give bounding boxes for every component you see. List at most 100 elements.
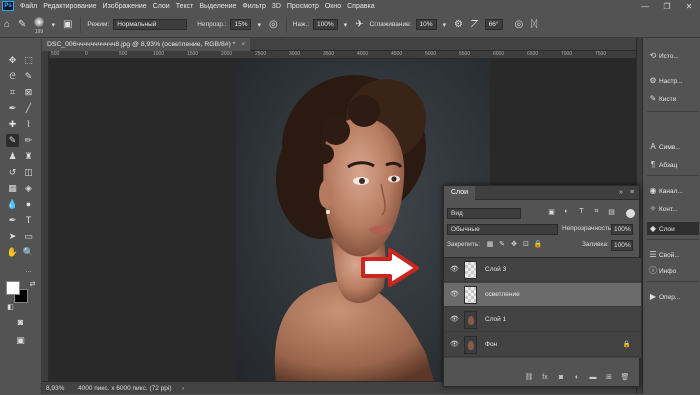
brush-settings-icon[interactable]: ▣ <box>63 19 72 30</box>
default-colors-icon[interactable]: ◧ <box>4 301 17 314</box>
crop-tool-icon[interactable]: ⌗ <box>6 86 19 99</box>
menu-type[interactable]: Текст <box>173 3 197 10</box>
type-filter-icon[interactable]: T <box>574 208 589 216</box>
dock-layers[interactable]: ◆ Слои <box>647 222 699 235</box>
patch-tool-icon[interactable]: ⌇ <box>22 118 35 131</box>
paint-bucket-icon[interactable]: ◈ <box>22 182 35 195</box>
type-tool-icon[interactable]: T <box>22 214 35 227</box>
new-group-icon[interactable]: ▬ <box>585 374 601 381</box>
brush-tool-icon[interactable]: ✎ <box>6 134 19 147</box>
eye-icon[interactable]: 👁 <box>450 340 459 348</box>
lock-all-icon[interactable]: 🔒 <box>532 240 544 248</box>
menu-3d[interactable]: 3D <box>269 3 284 10</box>
menu-edit[interactable]: Редактирование <box>40 3 99 10</box>
pen-tool-icon[interactable]: ✒ <box>6 214 19 227</box>
lock-transparency-icon[interactable]: ▦ <box>484 240 496 248</box>
marquee-tool-icon[interactable]: ⬚ <box>22 54 35 67</box>
smart-object-filter-icon[interactable]: ▤ <box>604 208 619 216</box>
blend-mode-select[interactable]: Обычные <box>447 224 558 235</box>
zoom-level[interactable]: 8,93% <box>46 382 64 395</box>
zoom-tool-icon[interactable]: 🔍 <box>22 246 35 259</box>
adjustment-filter-icon[interactable]: ◐ <box>559 208 574 216</box>
swap-colors-icon[interactable]: ⇄ <box>26 278 39 291</box>
dock-paragraph[interactable]: ¶ Абзац <box>647 158 699 171</box>
angle-icon[interactable]: ⦢ <box>471 19 479 30</box>
layer-row[interactable]: 👁 Фон 🔒 <box>444 333 641 357</box>
menu-image[interactable]: Изображение <box>100 3 150 10</box>
mode-select[interactable]: Нормальный <box>113 19 188 30</box>
eye-icon[interactable]: 👁 <box>450 290 459 298</box>
opacity-field[interactable]: 15% <box>230 19 252 30</box>
dock-info[interactable]: ⓘ Инфо <box>647 264 699 277</box>
pressure-field[interactable]: 100% <box>313 19 338 30</box>
home-icon[interactable]: ⌂ <box>4 19 10 30</box>
more-tools-icon[interactable]: … <box>22 264 35 277</box>
chevron-down-icon[interactable]: ▾ <box>51 21 55 29</box>
brush-preset-picker[interactable]: 199 <box>32 16 45 35</box>
dock-character[interactable]: A Симв... <box>647 140 699 153</box>
lock-artboard-icon[interactable]: ⊡ <box>520 240 532 248</box>
menu-help[interactable]: Справка <box>344 3 377 10</box>
gear-icon[interactable]: ⚙ <box>454 19 463 30</box>
move-tool-icon[interactable]: ✥ <box>6 54 19 67</box>
menu-layers[interactable]: Слои <box>150 3 173 10</box>
path-select-icon[interactable]: ➤ <box>6 230 19 243</box>
dock-channels[interactable]: ◉ Канал... <box>647 184 699 197</box>
pressure-size-icon[interactable]: ◎ <box>515 19 524 30</box>
dock-history[interactable]: ⟲ Исто... <box>647 49 699 62</box>
screen-mode-icon[interactable]: ▣ <box>14 334 27 347</box>
dock-properties[interactable]: ☰ Свой... <box>647 248 699 261</box>
pencil-tool-icon[interactable]: ✏ <box>22 134 35 147</box>
status-menu-arrow[interactable]: › <box>182 382 184 395</box>
layer-row[interactable]: 👁 Слой 3 <box>444 258 641 282</box>
rectangle-tool-icon[interactable]: ▭ <box>22 230 35 243</box>
filter-toggle-switch[interactable] <box>626 209 635 218</box>
eraser-tool-icon[interactable]: ◫ <box>22 166 35 179</box>
smoothing-field[interactable]: 10% <box>415 19 437 30</box>
layers-tab[interactable]: Слои <box>444 186 476 200</box>
restore-button[interactable]: ❐ <box>656 2 678 11</box>
panel-menu-button[interactable]: ≡ <box>630 186 634 200</box>
chevron-down-icon[interactable]: ▾ <box>257 21 261 29</box>
symmetry-icon[interactable]: ᛞ <box>531 19 537 30</box>
chevron-down-icon[interactable]: ▾ <box>443 21 447 29</box>
airbrush-icon[interactable]: ✈ <box>355 19 363 30</box>
document-tab[interactable]: DSC_006ччччччччччч8.jpg @ 8,93% (осветле… <box>42 38 251 51</box>
menu-window[interactable]: Окно <box>322 3 344 10</box>
minimize-button[interactable]: — <box>634 2 656 11</box>
eye-icon[interactable]: 👁 <box>450 265 459 273</box>
shape-filter-icon[interactable]: ⌗ <box>589 208 604 216</box>
trash-icon[interactable]: 🗑 <box>617 373 633 381</box>
menu-view[interactable]: Просмотр <box>284 3 322 10</box>
eye-icon[interactable]: 👁 <box>450 315 459 323</box>
menu-select[interactable]: Выделение <box>196 3 239 10</box>
adjustment-layer-icon[interactable]: ◐ <box>569 374 585 381</box>
layer-filter-select[interactable]: Вид <box>447 208 521 219</box>
healing-brush-icon[interactable]: ✚ <box>6 118 19 131</box>
brush-tool-icon[interactable]: ✎ <box>18 19 26 30</box>
layer-row-selected[interactable]: 👁 осветление <box>444 283 641 307</box>
menu-file[interactable]: Файл <box>17 3 40 10</box>
dock-adjustments[interactable]: ⚙ Настр... <box>647 74 699 87</box>
add-mask-icon[interactable]: ◙ <box>553 374 569 381</box>
blur-tool-icon[interactable]: 💧 <box>6 198 19 211</box>
layer-opacity-field[interactable]: 100% <box>611 224 633 235</box>
eyedropper-icon[interactable]: ✒ <box>6 102 19 115</box>
foreground-color-swatch[interactable] <box>6 281 20 295</box>
chevron-down-icon[interactable]: ▾ <box>344 21 348 29</box>
quick-mask-icon[interactable]: ◙ <box>14 316 27 329</box>
close-window-button[interactable]: ✕ <box>678 2 700 11</box>
pattern-stamp-icon[interactable]: ♜ <box>22 150 35 163</box>
close-tab-button[interactable]: × <box>241 41 245 48</box>
lock-pixels-icon[interactable]: ✎ <box>496 240 508 248</box>
lasso-tool-icon[interactable]: ᘓ <box>6 70 19 83</box>
gradient-tool-icon[interactable]: ▦ <box>6 182 19 195</box>
link-layers-icon[interactable]: ⛓ <box>521 373 537 381</box>
dodge-tool-icon[interactable]: ● <box>22 198 35 211</box>
ruler-tool-icon[interactable]: ╱ <box>22 102 35 115</box>
hand-tool-icon[interactable]: ✋ <box>6 246 19 259</box>
layer-row[interactable]: 👁 Слой 1 <box>444 308 641 332</box>
layer-style-icon[interactable]: fx <box>537 374 553 381</box>
lock-position-icon[interactable]: ✥ <box>508 240 520 248</box>
frame-tool-icon[interactable]: ⊠ <box>22 86 35 99</box>
